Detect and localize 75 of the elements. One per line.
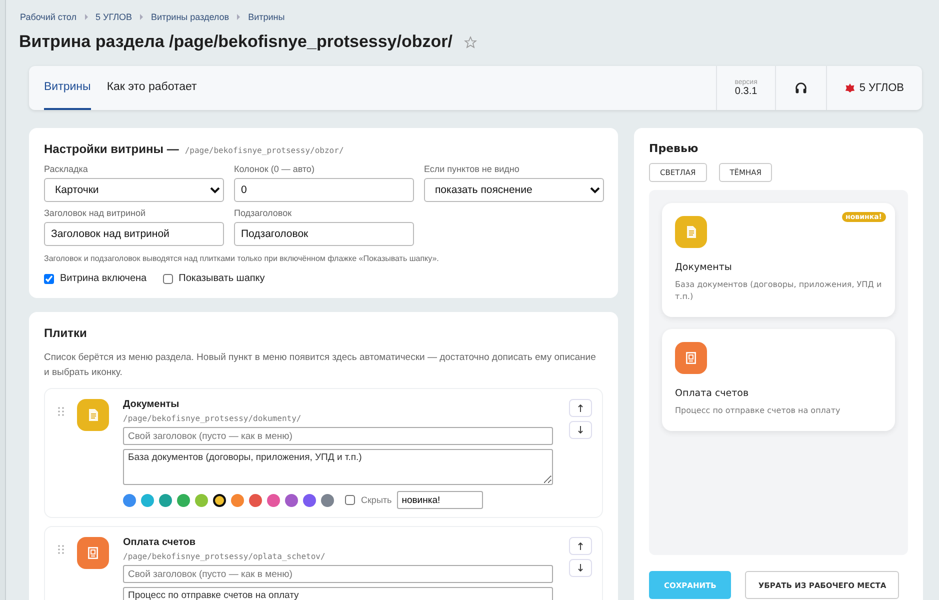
- breadcrumb-link[interactable]: Рабочий стол: [20, 12, 76, 22]
- color-swatch[interactable]: [159, 494, 172, 507]
- checkbox-label: Витрина включена: [60, 273, 147, 284]
- color-swatch[interactable]: [303, 494, 316, 507]
- title-field[interactable]: Свой заголовок (пусто — как в меню): [123, 427, 553, 446]
- tab[interactable]: Как это работает: [106, 66, 197, 110]
- invoice-icon: [88, 547, 98, 560]
- checkbox-label: Скрыть: [361, 495, 392, 506]
- color-swatch[interactable]: [249, 494, 262, 507]
- section-title: Плитки: [44, 326, 88, 340]
- section-title: Настройки витрины —: [44, 142, 179, 156]
- field-label: Подзаголовок: [234, 208, 293, 218]
- tab[interactable]: Витрины: [44, 66, 91, 110]
- tile-icon-badge[interactable]: [77, 399, 109, 432]
- description-text: Список берётся из меню раздела. Новый пункт в меню появится здесь автоматически — достаточно дописать ему описание и выбрать иконку.: [44, 351, 597, 380]
- checkbox-label: Показывать шапку: [178, 273, 265, 284]
- arrow-up-icon: [578, 542, 583, 550]
- tile-path: /page/bekofisnye_protsessy/oplata_schetov/: [123, 552, 326, 562]
- hint-text: Заголовок и подзаголовок выводятся над плитками только при включённом флажке «Показывать шапку».: [44, 254, 440, 263]
- document-icon: [88, 409, 98, 422]
- tile-path: /page/bekofisnye_protsessy/dokumenty/: [123, 414, 302, 424]
- breadcrumb-link[interactable]: Витрины разделов: [151, 12, 230, 22]
- breadcrumb-link[interactable]: 5 УГЛОВ: [96, 12, 132, 22]
- color-swatch[interactable]: [213, 494, 226, 507]
- section-title: Превью: [649, 142, 700, 155]
- page-title: Витрина раздела /page/bekofisnye_protsessy/obzor/: [19, 32, 452, 52]
- title-field[interactable]: Свой заголовок (пусто — как в меню): [123, 565, 553, 584]
- field-label: Если пунктов не видно: [424, 164, 520, 174]
- input-field[interactable]: Подзаголовок: [234, 222, 414, 246]
- move-up-button[interactable]: [569, 537, 592, 556]
- description-field[interactable]: Процесс по отправке счетов на оплату: [123, 587, 553, 600]
- drag-handle-icon[interactable]: [58, 407, 64, 416]
- star-icon[interactable]: [464, 36, 478, 48]
- select-field[interactable]: показать пояснение: [424, 178, 604, 202]
- tile-name: Оплата счетов: [123, 537, 197, 548]
- move-down-button[interactable]: [569, 421, 592, 440]
- breadcrumb-link[interactable]: Витрины: [248, 12, 285, 22]
- color-swatch[interactable]: [231, 494, 244, 507]
- tile-name: Документы: [123, 399, 180, 410]
- invoice-icon: [686, 352, 696, 364]
- arrow-down-icon: [578, 564, 583, 572]
- logo-icon: [845, 83, 856, 93]
- arrow-up-icon: [578, 404, 583, 412]
- tile-title: Документы: [675, 262, 733, 273]
- arrow-down-icon: [578, 426, 583, 434]
- checkbox[interactable]: [345, 495, 355, 506]
- color-swatch[interactable]: [141, 494, 154, 507]
- tile-description: Процесс по отправке счетов на оплату: [675, 405, 842, 417]
- version-number: 0.3.1: [734, 86, 758, 97]
- select-field[interactable]: Карточки: [44, 178, 224, 202]
- field-label: Раскладка: [44, 164, 89, 174]
- input-field[interactable]: 0: [234, 178, 414, 202]
- checkbox[interactable]: [162, 274, 173, 284]
- drag-handle-icon[interactable]: [58, 545, 64, 554]
- section-path: /page/bekofisnye_protsessy/obzor/: [184, 146, 344, 155]
- move-up-button[interactable]: [569, 399, 592, 418]
- color-swatch[interactable]: [321, 494, 334, 507]
- headset-icon[interactable]: [794, 81, 808, 95]
- color-swatch[interactable]: [177, 494, 190, 507]
- tile-title: Оплата счетов: [675, 388, 750, 399]
- move-down-button[interactable]: [569, 559, 592, 578]
- tile-description: База документов (договоры, приложения, УПД и т.п.): [675, 279, 882, 303]
- color-swatch[interactable]: [195, 494, 208, 507]
- checkbox[interactable]: [44, 274, 54, 284]
- color-swatch[interactable]: [123, 494, 136, 507]
- field-label: Колонок (0 — авто): [234, 164, 316, 174]
- input-field[interactable]: Заголовок над витриной: [44, 222, 224, 246]
- field-label: Заголовок над витриной: [44, 208, 147, 218]
- description-field[interactable]: База документов (договоры, приложения, УПД и т.п.): [123, 449, 553, 486]
- color-swatch[interactable]: [285, 494, 298, 507]
- color-swatch[interactable]: [267, 494, 280, 507]
- document-icon: [686, 226, 696, 238]
- badge-field[interactable]: новинка!: [396, 491, 483, 510]
- brand-name: 5 УГЛОВ: [859, 82, 904, 94]
- tile-icon-badge[interactable]: [77, 537, 109, 570]
